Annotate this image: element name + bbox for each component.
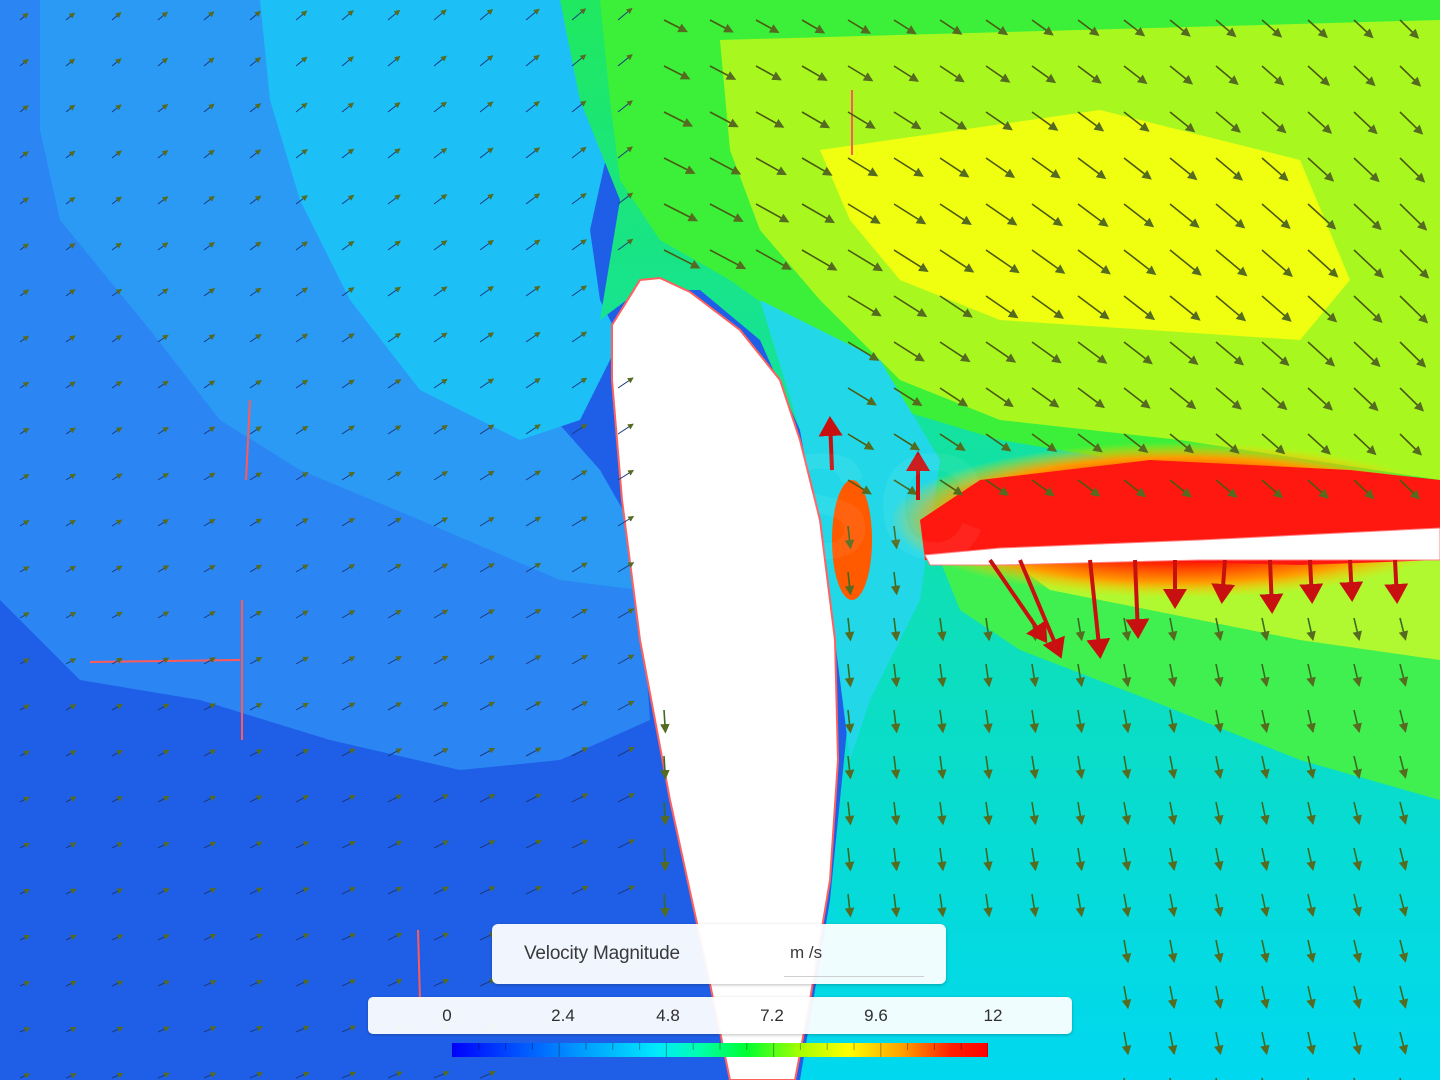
legend-unit: m /s [790, 943, 823, 962]
velocity-vector-high [1299, 559, 1324, 604]
velocity-vector-high [1259, 559, 1284, 614]
legend-tick-label: 9.6 [864, 1006, 888, 1025]
legend-tick-label: 4.8 [656, 1006, 680, 1025]
velocity-vector-high [1384, 559, 1409, 604]
legend-title-panel[interactable]: Velocity Magnitude m /s [492, 924, 946, 984]
legend-tick-label: 12 [983, 1006, 1003, 1025]
legend-tick-label: 2.4 [551, 1006, 575, 1025]
legend-tick-label: 7.2 [760, 1006, 784, 1025]
legend-scale-panel[interactable]: 0 2.4 4.8 7.2 9.6 12 [368, 997, 1072, 1034]
watermark: MSC [640, 422, 992, 590]
legend-tick-label: 0 [442, 1006, 452, 1025]
legend-unit-underline [784, 976, 924, 977]
legend-title: Velocity Magnitude [524, 943, 680, 964]
legend-colorbar-ticks [452, 1043, 988, 1057]
velocity-vector-high [1339, 559, 1364, 602]
